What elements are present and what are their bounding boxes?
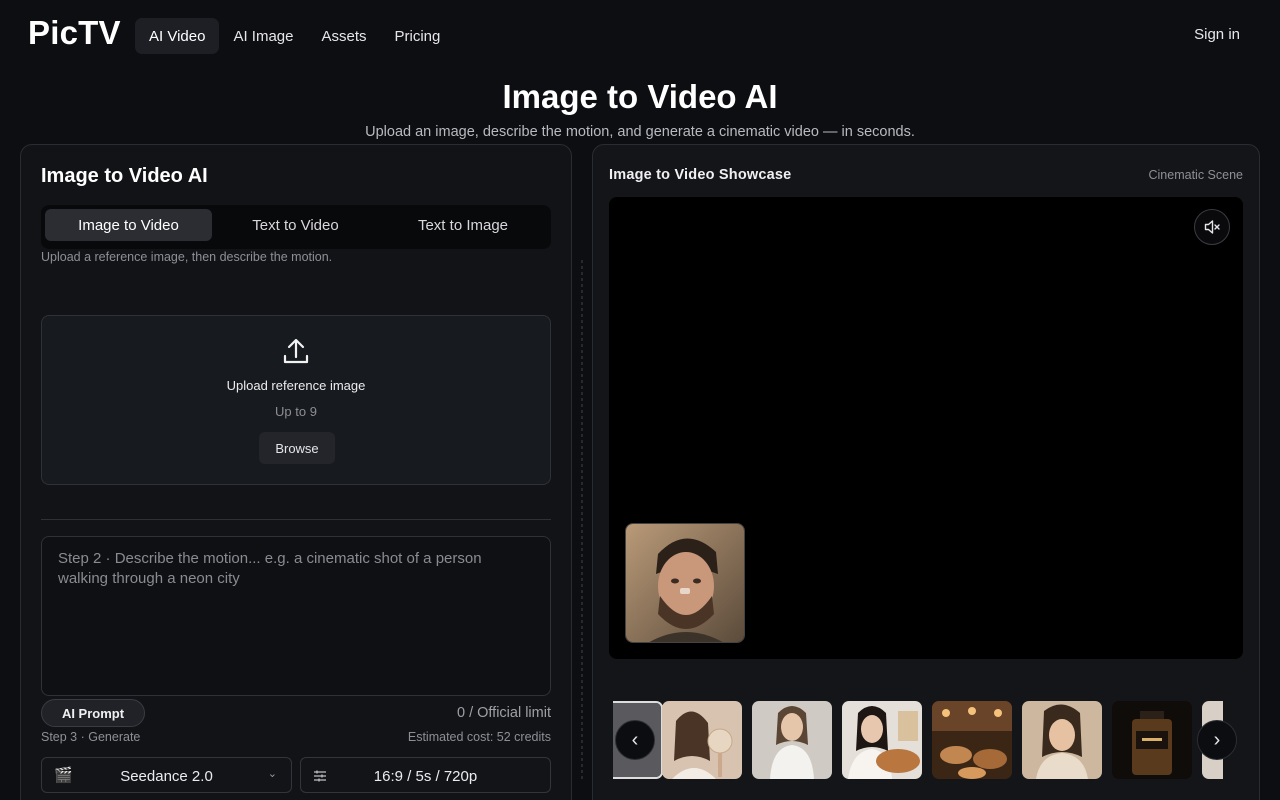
model-select[interactable]: 🎬 Seedance 2.0 ⌄ — [41, 757, 292, 793]
showcase-carousel — [613, 693, 1223, 783]
divider-dotted — [581, 260, 583, 780]
upload-limit: Up to 9 — [275, 404, 317, 419]
character-limit: 0 / Official limit — [456, 705, 551, 721]
nav-assets[interactable]: Assets — [307, 18, 380, 54]
nav-ai-video[interactable]: AI Video — [135, 18, 220, 54]
carousel-thumbnail[interactable] — [932, 701, 1012, 779]
tab-text-to-image[interactable]: Text to Image — [379, 209, 547, 241]
generator-panel: Image to Video AI Image to Video Text to… — [20, 144, 572, 800]
top-navigation-bar: PicTV AI Video AI Image Assets Pricing S… — [0, 0, 1280, 72]
logo[interactable]: PicTV — [28, 14, 121, 52]
motion-prompt-input[interactable] — [41, 536, 551, 696]
reference-image-thumbnail — [625, 523, 745, 643]
mode-tabs: Image to Video Text to Video Text to Ima… — [41, 205, 551, 249]
carousel-thumbnail[interactable] — [1112, 701, 1192, 779]
carousel-thumbnail[interactable] — [842, 701, 922, 779]
mute-button[interactable] — [1194, 209, 1230, 245]
video-settings-select[interactable]: 16:9 / 5s / 720p — [300, 757, 551, 793]
showcase-panel: Image to Video Showcase Cinematic Scene — [592, 144, 1260, 800]
upload-dropzone[interactable]: Upload reference image Up to 9 Browse — [41, 315, 551, 485]
nav-pricing[interactable]: Pricing — [380, 18, 454, 54]
carousel-thumbnail[interactable] — [752, 701, 832, 779]
step-3-label: Step 3 · Generate — [41, 730, 141, 744]
sign-in-link[interactable]: Sign in — [1194, 26, 1240, 43]
tab-image-to-video[interactable]: Image to Video — [45, 209, 212, 241]
nav-ai-image[interactable]: AI Image — [219, 18, 307, 54]
tab-text-to-video[interactable]: Text to Video — [212, 209, 379, 241]
upload-label: Upload reference image — [226, 378, 366, 393]
showcase-caption: Cinematic Scene — [1148, 168, 1244, 182]
browse-button[interactable]: Browse — [259, 432, 335, 464]
chevron-left-icon: ‹ — [631, 728, 639, 751]
panel-title: Image to Video AI — [41, 165, 208, 187]
showcase-title: Image to Video Showcase — [609, 167, 792, 183]
divider — [41, 519, 551, 520]
showcase-video-player[interactable] — [609, 197, 1243, 659]
main-nav: AI Video AI Image Assets Pricing — [135, 18, 454, 54]
chevron-down-icon: ⌄ — [267, 768, 277, 780]
video-settings-value: 16:9 / 5s / 720p — [373, 768, 478, 785]
carousel-prev-button[interactable]: ‹ — [615, 720, 655, 760]
mode-hint: Upload a reference image, then describe … — [41, 250, 333, 264]
estimated-cost: Estimated cost: 52 credits — [407, 730, 551, 744]
page-subtitle: Upload an image, describe the motion, an… — [365, 124, 915, 140]
model-value: Seedance 2.0 — [120, 768, 213, 785]
carousel-next-button[interactable]: › — [1197, 720, 1237, 760]
ai-prompt-button[interactable]: AI Prompt — [41, 699, 145, 727]
page-title: Image to Video AI — [502, 78, 778, 115]
upload-icon — [283, 338, 309, 364]
carousel-thumbnail[interactable] — [1022, 701, 1102, 779]
chevron-right-icon: › — [1213, 728, 1221, 751]
carousel-thumbnail[interactable] — [662, 701, 742, 779]
muted-speaker-icon — [1204, 220, 1220, 234]
